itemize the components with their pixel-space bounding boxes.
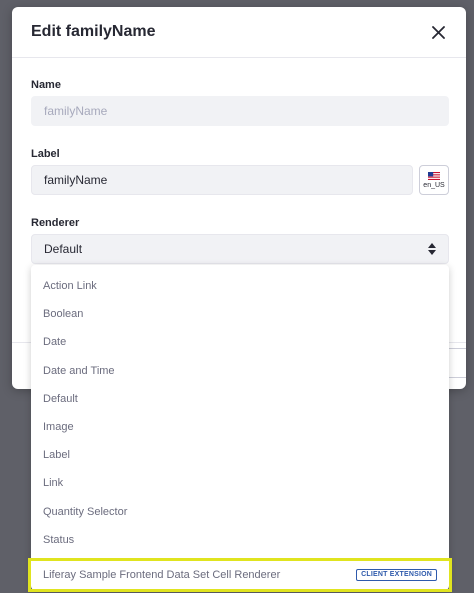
renderer-option-status[interactable]: Status	[31, 526, 449, 554]
renderer-option-liferay-sample[interactable]: Liferay Sample Frontend Data Set Cell Re…	[28, 557, 452, 592]
renderer-label: Renderer	[31, 217, 80, 229]
close-button[interactable]	[428, 22, 448, 42]
renderer-option-quantity-selector[interactable]: Quantity Selector	[31, 498, 449, 526]
client-extension-badge: CLIENT EXTENSION	[356, 568, 437, 582]
renderer-option-boolean[interactable]: Boolean	[31, 300, 449, 328]
select-arrows-icon	[428, 243, 436, 255]
renderer-select[interactable]: Default	[31, 234, 449, 264]
renderer-option-label[interactable]: Label	[31, 441, 449, 469]
renderer-option-image[interactable]: Image	[31, 413, 449, 441]
locale-button[interactable]: en_US	[419, 165, 449, 195]
renderer-option-default[interactable]: Default	[31, 385, 449, 413]
label-input[interactable]: familyName	[31, 165, 413, 195]
modal-title: Edit familyName	[31, 23, 156, 40]
renderer-option-date[interactable]: Date	[31, 328, 449, 356]
label-label: Label	[31, 148, 60, 160]
renderer-option-liferay-sample-label: Liferay Sample Frontend Data Set Cell Re…	[43, 568, 281, 581]
name-label: Name	[31, 79, 61, 91]
renderer-selected-value: Default	[44, 242, 83, 256]
modal-header: Edit familyName	[12, 7, 466, 58]
renderer-dropdown: Action Link Boolean Date Date and Time D…	[28, 265, 452, 592]
close-icon	[431, 25, 445, 39]
renderer-option-action-link[interactable]: Action Link	[31, 272, 449, 300]
locale-text: en_US	[423, 181, 445, 189]
name-input: familyName	[31, 96, 449, 126]
renderer-option-link[interactable]: Link	[31, 469, 449, 497]
us-flag-icon	[428, 171, 440, 180]
renderer-option-date-and-time[interactable]: Date and Time	[31, 357, 449, 385]
